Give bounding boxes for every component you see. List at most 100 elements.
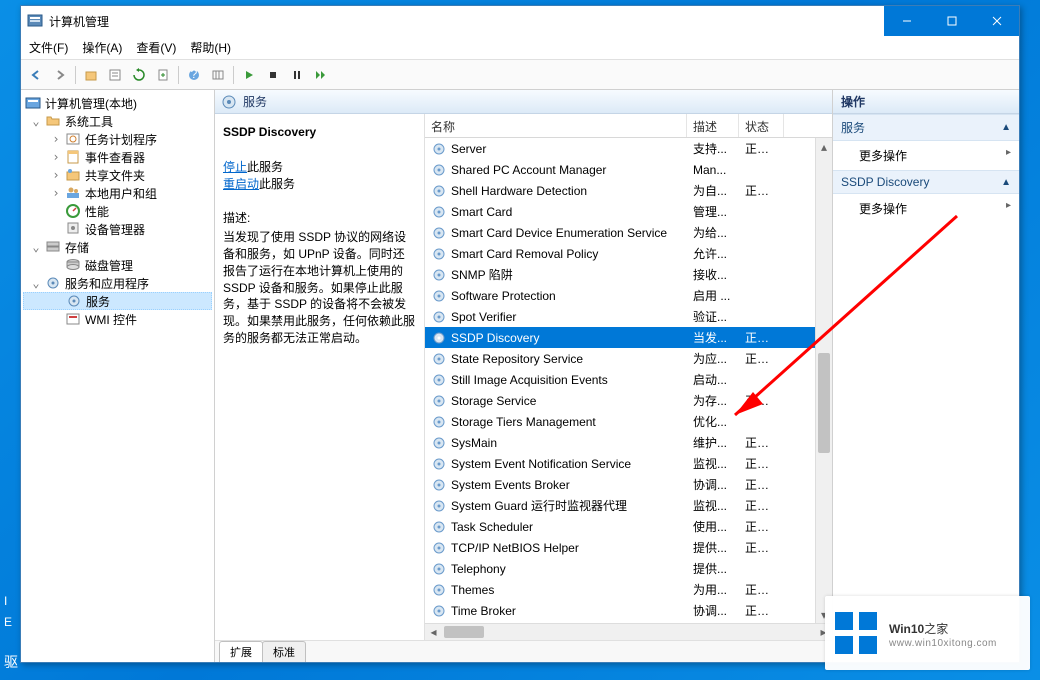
col-name[interactable]: 名称 <box>425 114 687 137</box>
gear-icon <box>431 540 447 556</box>
tree-item[interactable]: WMI 控件 <box>23 310 212 328</box>
menu-file[interactable]: 文件(F) <box>29 39 68 56</box>
table-row[interactable]: SNMP 陷阱接收... <box>425 264 832 285</box>
chevron-up-icon: ▲ <box>1001 122 1011 133</box>
menu-action[interactable]: 操作(A) <box>82 39 122 56</box>
tree-group[interactable]: ⌄存储 <box>23 238 212 256</box>
tree-item[interactable]: 服务 <box>23 292 212 310</box>
menu-help[interactable]: 帮助(H) <box>190 39 231 56</box>
close-button[interactable] <box>974 6 1019 36</box>
table-row[interactable]: SysMain维护...正在... <box>425 432 832 453</box>
tree-group[interactable]: ⌄系统工具 <box>23 112 212 130</box>
scroll-up-icon[interactable]: ▴ <box>816 138 832 155</box>
detail-title: SSDP Discovery <box>223 125 316 139</box>
table-row[interactable]: Telephony提供... <box>425 558 832 579</box>
table-row[interactable]: Themes为用...正在... <box>425 579 832 600</box>
table-row[interactable]: Storage Tiers Management优化... <box>425 411 832 432</box>
gear-icon <box>431 519 447 535</box>
restart-link[interactable]: 重启动 <box>223 177 259 191</box>
tree-item[interactable]: 性能 <box>23 202 212 220</box>
properties-button[interactable] <box>104 64 126 86</box>
gear-icon <box>431 414 447 430</box>
action-section-header[interactable]: SSDP Discovery▲ <box>833 170 1019 194</box>
up-button[interactable] <box>80 64 102 86</box>
table-row[interactable]: Time Broker协调...正在... <box>425 600 832 621</box>
tree-item[interactable]: ›事件查看器 <box>23 148 212 166</box>
play-button[interactable] <box>238 64 260 86</box>
col-status[interactable]: 状态 <box>739 114 784 137</box>
table-row[interactable]: Task Scheduler使用...正在... <box>425 516 832 537</box>
table-row[interactable]: Still Image Acquisition Events启动... <box>425 369 832 390</box>
columns-button[interactable] <box>207 64 229 86</box>
table-row[interactable]: System Events Broker协调...正在... <box>425 474 832 495</box>
table-row[interactable]: Smart Card Removal Policy允许... <box>425 243 832 264</box>
tree-root[interactable]: 计算机管理(本地) <box>23 94 212 112</box>
action-item[interactable]: 更多操作▸ <box>833 194 1019 223</box>
main-window: 计算机管理 文件(F) 操作(A) 查看(V) 帮助(H) ? 计算机管理(本地… <box>20 5 1020 663</box>
gear-icon <box>431 267 447 283</box>
tree-group[interactable]: ⌄服务和应用程序 <box>23 274 212 292</box>
detail-pane: SSDP Discovery 停止此服务 重启动此服务 描述: 当发现了使用 S… <box>215 114 425 640</box>
table-row[interactable]: Smart Card Device Enumeration Service为给.… <box>425 222 832 243</box>
action-item[interactable]: 更多操作▸ <box>833 141 1019 170</box>
forward-button[interactable] <box>49 64 71 86</box>
gear-icon <box>431 246 447 262</box>
titlebar[interactable]: 计算机管理 <box>21 6 1019 36</box>
restart-button[interactable] <box>310 64 332 86</box>
table-row[interactable]: SSDP Discovery当发...正在... <box>425 327 832 348</box>
center-title: 服务 <box>243 93 267 110</box>
desc-text: 当发现了使用 SSDP 协议的网络设备和服务，如 UPnP 设备。同时还报告了运… <box>223 229 416 347</box>
action-section-header[interactable]: 服务▲ <box>833 114 1019 141</box>
stop-button[interactable] <box>262 64 284 86</box>
vertical-scrollbar[interactable]: ▴ ▾ <box>815 138 832 623</box>
table-row[interactable]: Software Protection启用 ... <box>425 285 832 306</box>
win-logo-icon <box>835 612 877 654</box>
gear-icon <box>431 225 447 241</box>
tree-item[interactable]: 磁盘管理 <box>23 256 212 274</box>
table-row[interactable]: Smart Card管理... <box>425 201 832 222</box>
table-row[interactable]: System Event Notification Service监视...正在… <box>425 453 832 474</box>
table-row[interactable]: Shared PC Account ManagerMan... <box>425 159 832 180</box>
desc-label: 描述: <box>223 210 416 227</box>
table-row[interactable]: State Repository Service为应...正在... <box>425 348 832 369</box>
back-button[interactable] <box>25 64 47 86</box>
table-row[interactable]: Server支持...正在... <box>425 138 832 159</box>
pause-button[interactable] <box>286 64 308 86</box>
help-button[interactable]: ? <box>183 64 205 86</box>
maximize-button[interactable] <box>929 6 974 36</box>
gear-icon <box>431 603 447 619</box>
gear-icon <box>431 204 447 220</box>
gear-icon <box>431 309 447 325</box>
minimize-button[interactable] <box>884 6 929 36</box>
watermark: Win10之家 www.win10xitong.com <box>825 596 1030 670</box>
gear-icon <box>431 141 447 157</box>
center-header: 服务 <box>215 90 832 114</box>
table-row[interactable]: TCP/IP NetBIOS Helper提供...正在... <box>425 537 832 558</box>
gear-icon <box>431 372 447 388</box>
tree-item[interactable]: ›本地用户和组 <box>23 184 212 202</box>
table-row[interactable]: System Guard 运行时监视器代理监视...正在... <box>425 495 832 516</box>
actions-title: 操作 <box>833 90 1019 114</box>
list-header: 名称 描述 状态 <box>425 114 832 138</box>
tab-ext[interactable]: 扩展 <box>219 641 263 662</box>
tree-item[interactable]: 设备管理器 <box>23 220 212 238</box>
tab-std[interactable]: 标准 <box>262 641 306 662</box>
tree-item[interactable]: ›任务计划程序 <box>23 130 212 148</box>
export-button[interactable] <box>152 64 174 86</box>
tree-sidebar: 计算机管理(本地)⌄系统工具›任务计划程序›事件查看器›共享文件夹›本地用户和组… <box>21 90 215 662</box>
gear-icon <box>431 582 447 598</box>
stop-link[interactable]: 停止 <box>223 160 247 174</box>
scroll-left-icon[interactable]: ◂ <box>425 624 442 640</box>
table-row[interactable]: Shell Hardware Detection为自...正在... <box>425 180 832 201</box>
tab-bar: 扩展 标准 <box>215 640 832 662</box>
col-desc[interactable]: 描述 <box>687 114 739 137</box>
menu-view[interactable]: 查看(V) <box>136 39 176 56</box>
services-icon <box>221 94 237 110</box>
gear-icon <box>431 162 447 178</box>
refresh-button[interactable] <box>128 64 150 86</box>
gear-icon <box>431 498 447 514</box>
table-row[interactable]: Storage Service为存...正在... <box>425 390 832 411</box>
table-row[interactable]: Spot Verifier验证... <box>425 306 832 327</box>
tree-item[interactable]: ›共享文件夹 <box>23 166 212 184</box>
horizontal-scrollbar[interactable]: ◂ ▸ <box>425 623 832 640</box>
